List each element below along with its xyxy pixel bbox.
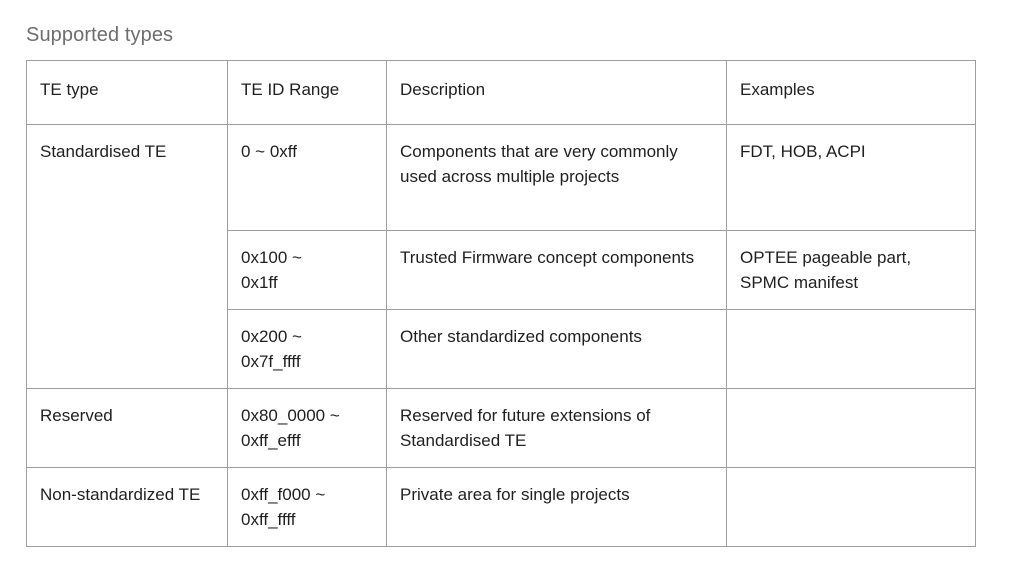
column-header-label: Examples bbox=[740, 80, 815, 99]
cell-description: Components that are very commonly used a… bbox=[386, 124, 727, 231]
te-type-value: Non-standardized TE bbox=[40, 485, 201, 504]
description-value: Reserved for future extensions of Standa… bbox=[400, 406, 651, 450]
te-id-range-value: 0x80_0000 ~ 0xff_efff bbox=[241, 406, 340, 450]
description-value: Components that are very commonly used a… bbox=[400, 142, 678, 186]
cell-description: Trusted Firmware concept components bbox=[386, 230, 727, 310]
cell-te-id-range: 0x100 ~ 0x1ff bbox=[227, 230, 387, 310]
te-id-range-value: 0x200 ~ 0x7f_ffff bbox=[241, 327, 302, 371]
cell-te-id-range: 0x200 ~ 0x7f_ffff bbox=[227, 309, 387, 389]
cell-examples bbox=[726, 467, 976, 547]
column-header-description: Description bbox=[386, 60, 727, 125]
table-header-row: TE type TE ID Range Description Examples bbox=[26, 60, 976, 125]
cell-examples: FDT, HOB, ACPI bbox=[726, 124, 976, 231]
cell-examples bbox=[726, 309, 976, 389]
column-header-examples: Examples bbox=[726, 60, 976, 125]
cell-te-id-range: 0xff_f000 ~ 0xff_ffff bbox=[227, 467, 387, 547]
cell-description: Other standardized components bbox=[386, 309, 727, 389]
cell-examples: OPTEE pageable part, SPMC manifest bbox=[726, 230, 976, 310]
supported-types-table: TE type TE ID Range Description Examples… bbox=[26, 60, 976, 547]
description-value: Other standardized components bbox=[400, 327, 642, 346]
te-id-range-value: 0xff_f000 ~ 0xff_ffff bbox=[241, 485, 326, 529]
column-header-te-type: TE type bbox=[26, 60, 228, 125]
table-row: Reserved 0x80_0000 ~ 0xff_efff Reserved … bbox=[26, 388, 976, 468]
column-header-label: Description bbox=[400, 80, 486, 99]
examples-value: OPTEE pageable part, SPMC manifest bbox=[740, 248, 912, 292]
page-title: Supported types bbox=[26, 24, 174, 46]
cell-examples bbox=[726, 388, 976, 468]
cell-te-type: Non-standardized TE bbox=[26, 467, 228, 547]
description-value: Trusted Firmware concept components bbox=[400, 248, 695, 267]
te-id-range-value: 0x100 ~ 0x1ff bbox=[241, 248, 302, 292]
page-root: Supported types TE type TE ID Range Desc… bbox=[0, 0, 1011, 586]
cell-te-type: Standardised TE bbox=[26, 124, 228, 389]
column-header-label: TE ID Range bbox=[241, 80, 340, 99]
table-row: Non-standardized TE 0xff_f000 ~ 0xff_fff… bbox=[26, 467, 976, 547]
cell-te-type: Reserved bbox=[26, 388, 228, 468]
column-header-label: TE type bbox=[40, 80, 99, 99]
te-type-value: Standardised TE bbox=[40, 142, 167, 161]
description-value: Private area for single projects bbox=[400, 485, 630, 504]
te-type-value: Reserved bbox=[40, 406, 113, 425]
column-header-te-id-range: TE ID Range bbox=[227, 60, 387, 125]
cell-description: Private area for single projects bbox=[386, 467, 727, 547]
examples-value: FDT, HOB, ACPI bbox=[740, 142, 866, 161]
supported-types-table-wrapper: TE type TE ID Range Description Examples… bbox=[26, 60, 976, 547]
table-row: Standardised TE 0 ~ 0xff Components that… bbox=[26, 124, 976, 389]
cell-description: Reserved for future extensions of Standa… bbox=[386, 388, 727, 468]
te-id-range-value: 0 ~ 0xff bbox=[241, 142, 297, 161]
cell-te-id-range: 0x80_0000 ~ 0xff_efff bbox=[227, 388, 387, 468]
cell-te-id-range: 0 ~ 0xff bbox=[227, 124, 387, 231]
